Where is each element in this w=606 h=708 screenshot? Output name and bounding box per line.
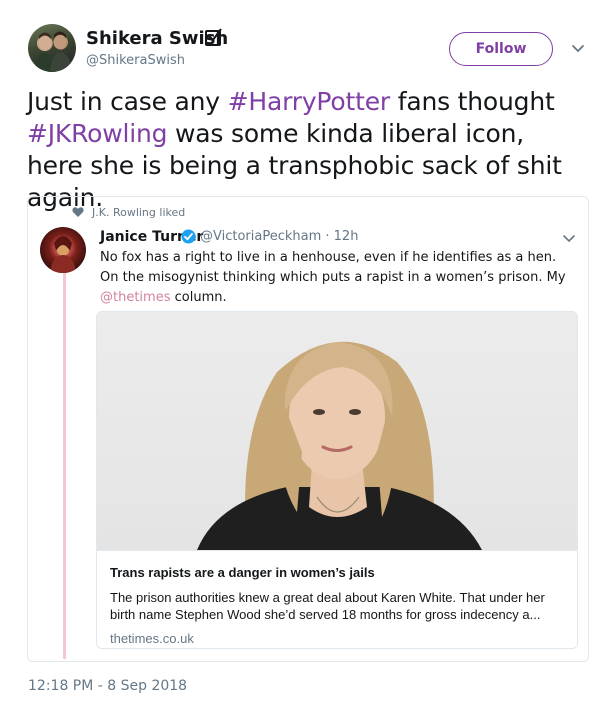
verified-badge-icon — [181, 229, 196, 244]
chevron-down-icon[interactable] — [562, 231, 576, 245]
thread-line — [63, 273, 66, 659]
mention-link[interactable]: @thetimes — [100, 290, 170, 305]
heart-icon — [72, 207, 84, 217]
quoted-author-avatar[interactable] — [40, 227, 86, 273]
hashtag-link[interactable]: #JKRowling — [27, 119, 168, 148]
card-description: The prison authorities knew a great deal… — [110, 590, 545, 622]
quoted-tweet-text: No fox has a right to live in a henhouse… — [100, 248, 578, 308]
tweet-text-part: fans thought — [389, 87, 555, 116]
card-body: Trans rapists are a danger in women’s ja… — [97, 550, 577, 648]
author-handle[interactable]: @ShikeraSwish — [86, 53, 185, 68]
chevron-down-icon[interactable] — [570, 40, 586, 56]
checkbox-check-icon — [205, 28, 222, 46]
tweet-text-part: Just in case any — [27, 87, 228, 116]
tweet-text: Just in case any #HarryPotter fans thoug… — [27, 86, 587, 214]
link-card[interactable]: Trans rapists are a danger in women’s ja… — [96, 311, 578, 649]
tweet-timestamp[interactable]: 12:18 PM - 8 Sep 2018 — [28, 678, 187, 694]
quoted-author-handle[interactable]: @VictoriaPeckham · 12h — [200, 229, 358, 244]
card-image — [97, 312, 577, 550]
author-avatar[interactable] — [28, 24, 76, 72]
quoted-text-part: column. — [170, 290, 227, 305]
card-title[interactable]: Trans rapists are a danger in women’s ja… — [110, 565, 375, 580]
liked-by-text[interactable]: J.K. Rowling liked — [92, 206, 185, 219]
hashtag-link[interactable]: #HarryPotter — [228, 87, 391, 116]
quoted-text-part: No fox has a right to live in a henhouse… — [100, 250, 566, 285]
follow-button[interactable]: Follow — [449, 32, 553, 66]
card-domain: thetimes.co.uk — [110, 631, 194, 646]
quoted-tweet[interactable]: J.K. Rowling liked Janice Turner @Victor… — [27, 196, 589, 662]
tweet: Shikera Swish @ShikeraSwish Follow Just … — [0, 0, 606, 708]
